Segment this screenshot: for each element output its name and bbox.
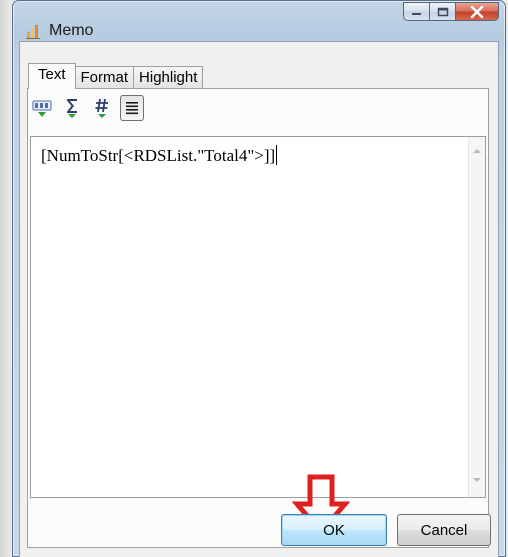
word-wrap-button[interactable]: [120, 95, 144, 121]
window-title: Memo: [49, 22, 94, 39]
window-controls: [403, 2, 499, 22]
format-button[interactable]: [90, 96, 114, 120]
vertical-scrollbar[interactable]: [468, 137, 485, 497]
scroll-down-arrow-icon[interactable]: [473, 477, 481, 483]
ok-button[interactable]: OK: [281, 514, 387, 546]
close-icon: [470, 5, 484, 18]
tab-highlight[interactable]: Highlight: [133, 66, 204, 88]
tab-text[interactable]: Text: [28, 63, 76, 89]
maximize-button[interactable]: [429, 2, 455, 21]
memo-value: [NumToStr[<RDSList."Total4">]]: [41, 146, 276, 165]
tab-format[interactable]: Format: [74, 66, 135, 88]
tab-strip: Text Format Highlight: [28, 63, 204, 89]
screen: Memo Text Format Highlight [NumToStr[<RD…: [0, 0, 508, 557]
word-wrap-icon: [126, 102, 138, 115]
memo-text[interactable]: [NumToStr[<RDSList."Total4">]]: [41, 145, 278, 166]
title-bar[interactable]: Memo: [13, 1, 505, 39]
dialog-client-area: Text Format Highlight [NumToStr[<RDSList…: [19, 41, 499, 557]
sigma-sum-icon: [67, 99, 77, 118]
app-chart-icon: [26, 25, 40, 39]
maximize-icon: [437, 7, 448, 16]
minimize-button[interactable]: [403, 2, 429, 21]
minimize-icon: [411, 12, 421, 15]
hash-format-icon: [95, 98, 108, 118]
memo-dialog: Memo Text Format Highlight [NumToStr[<RD…: [12, 0, 506, 557]
memo-toolbar: [30, 94, 144, 122]
scroll-up-arrow-icon[interactable]: [473, 148, 481, 154]
spellcheck-abc-icon: [32, 100, 52, 117]
cancel-button[interactable]: Cancel: [397, 514, 491, 546]
sum-button[interactable]: [60, 96, 84, 120]
text-caret: [276, 145, 278, 165]
spellcheck-button[interactable]: [30, 96, 54, 120]
memo-text-area[interactable]: [NumToStr[<RDSList."Total4">]]: [30, 136, 486, 498]
close-button[interactable]: [455, 2, 499, 21]
